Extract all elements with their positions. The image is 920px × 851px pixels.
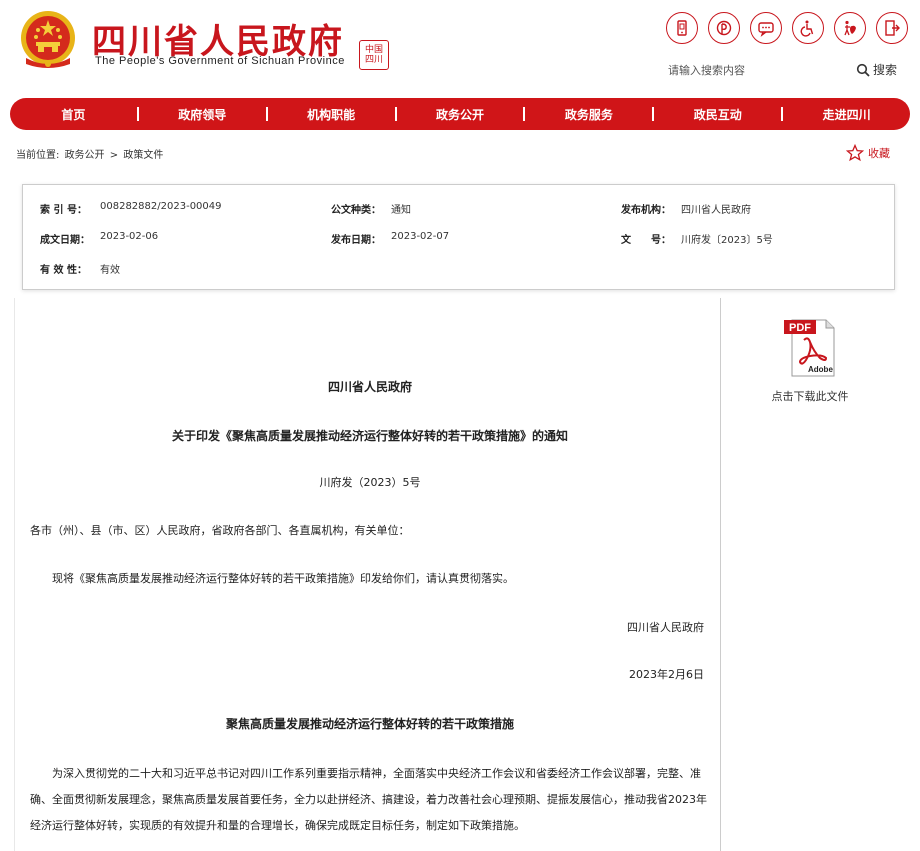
logout-icon[interactable] <box>876 12 908 44</box>
nav-item-services[interactable]: 政务服务 <box>525 106 652 123</box>
weibo-icon[interactable] <box>708 12 740 44</box>
elderly-care-icon[interactable] <box>834 12 866 44</box>
document-body: 现将《聚焦高质量发展推动经济运行整体好转的若干政策措施》印发给你们，请认真贯彻落… <box>52 572 514 585</box>
site-header: 四川省人民政府 The People's Government of Sichu… <box>0 0 920 96</box>
document-signature: 四川省人民政府 <box>627 621 704 634</box>
metadata-row: 成文日期： 2023-02-06 发布日期： 2023-02-07 文 号： 川… <box>23 231 894 251</box>
created-date-value: 2023-02-06 <box>100 231 159 242</box>
published-date-label: 发布日期： <box>331 235 381 246</box>
document-subtitle: 聚焦高质量发展推动经济运行整体好转的若干政策措施 <box>225 717 514 731</box>
document-number-label: 文 号： <box>621 235 671 246</box>
nav-item-leadership[interactable]: 政府领导 <box>139 106 266 123</box>
metadata-row: 索 引 号： 008282882/2023-00049 公文种类： 通知 发布机… <box>23 201 894 221</box>
search-button-label: 搜索 <box>873 63 898 77</box>
nav-item-home[interactable]: 首页 <box>10 106 137 123</box>
breadcrumb-prefix: 当前位置: <box>16 150 60 161</box>
download-file-link[interactable]: 点击下载此文件 <box>760 388 860 404</box>
message-icon[interactable] <box>750 12 782 44</box>
site-subtitle: The People's Government of Sichuan Provi… <box>95 55 345 67</box>
search-input[interactable] <box>668 60 848 80</box>
document-number: 川府发（2023）5号 <box>319 476 421 489</box>
favorite-button[interactable]: 收藏 <box>846 144 890 162</box>
validity-label: 有 效 性： <box>40 265 87 276</box>
accessibility-icon[interactable] <box>792 12 824 44</box>
category-value: 通知 <box>391 205 411 216</box>
document-paragraph: 为深入贯彻党的二十大和习近平总书记对四川工作系列重要指示精神，全面落实中央经济工… <box>30 767 707 832</box>
seal-logo: 中国 四川 <box>359 40 389 70</box>
content-divider <box>720 298 721 851</box>
breadcrumb-separator: > <box>109 150 119 161</box>
category-label: 公文种类： <box>331 205 381 216</box>
main-nav: 首页 政府领导 机构职能 政务公开 政务服务 政民互动 走进四川 <box>10 98 910 130</box>
favorite-label: 收藏 <box>868 147 890 160</box>
nav-item-interaction[interactable]: 政民互动 <box>654 106 781 123</box>
document-organization: 四川省人民政府 <box>327 380 412 394</box>
created-date-label: 成文日期： <box>40 235 90 246</box>
publisher-label: 发布机构： <box>621 205 671 216</box>
validity-value: 有效 <box>100 265 120 276</box>
breadcrumb: 当前位置: 政务公开 > 政策文件 <box>16 146 165 161</box>
index-label: 索 引 号： <box>40 205 87 216</box>
national-emblem-icon[interactable] <box>16 8 80 72</box>
star-icon <box>846 144 864 162</box>
pdf-badge: PDF <box>789 322 811 334</box>
pdf-file-icon[interactable]: PDF Adobe <box>778 316 842 378</box>
pdf-download[interactable]: PDF Adobe 点击下载此文件 <box>760 316 860 404</box>
document-recipients: 各市（州）、县（市、区）人民政府，省政府各部门、各直属机构，有关单位： <box>30 524 410 537</box>
content-border <box>14 298 15 851</box>
search-icon <box>856 63 870 77</box>
nav-item-about-sichuan[interactable]: 走进四川 <box>783 106 910 123</box>
nav-item-functions[interactable]: 机构职能 <box>268 106 395 123</box>
document-title: 关于印发《聚焦高质量发展推动经济运行整体好转的若干政策措施》的通知 <box>171 429 568 443</box>
adobe-label: Adobe <box>808 365 833 374</box>
published-date-value: 2023-02-07 <box>391 231 450 242</box>
top-icon-bar <box>666 12 908 46</box>
publisher-value: 四川省人民政府 <box>681 205 751 216</box>
mobile-icon[interactable] <box>666 12 698 44</box>
index-value: 008282882/2023-00049 <box>100 201 222 212</box>
breadcrumb-link-open-government[interactable]: 政务公开 <box>65 150 105 161</box>
metadata-row: 有 效 性： 有效 <box>23 261 894 281</box>
search-button[interactable]: 搜索 <box>856 61 897 78</box>
document-metadata-panel: 索 引 号： 008282882/2023-00049 公文种类： 通知 发布机… <box>22 184 895 290</box>
breadcrumb-link-policy-documents[interactable]: 政策文件 <box>123 150 163 161</box>
search-box: 搜索 <box>668 60 904 80</box>
document-date: 2023年2月6日 <box>629 668 704 681</box>
nav-item-open-government[interactable]: 政务公开 <box>397 106 524 123</box>
document-number-value: 川府发〔2023〕5号 <box>681 235 773 246</box>
